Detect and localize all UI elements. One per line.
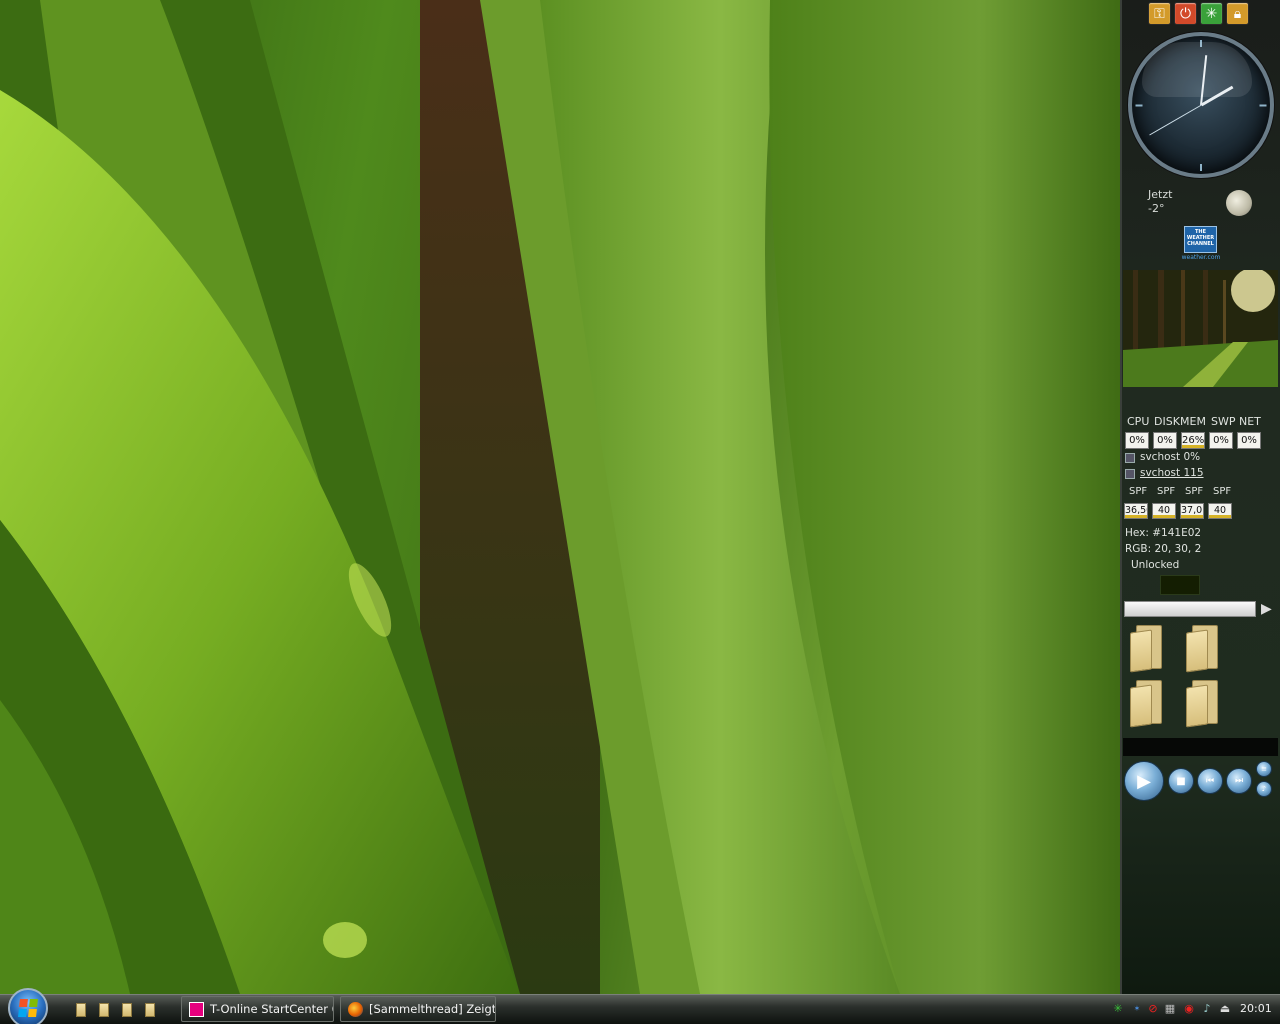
search-go-button[interactable]: ▶	[1261, 600, 1275, 618]
quicklaunch-folder-1[interactable]	[72, 1001, 90, 1019]
weather-label: Jetzt	[1148, 188, 1173, 201]
meter-header-disk: DISK	[1154, 415, 1180, 428]
analog-clock-gadget[interactable]	[1128, 32, 1274, 178]
meter-header-net: NET	[1239, 415, 1261, 428]
media-display	[1123, 738, 1278, 756]
key-button[interactable]: ⚿	[1148, 2, 1171, 25]
burst-icon: ✳	[1205, 5, 1218, 22]
tray-volume-icon[interactable]: ♪	[1200, 1001, 1214, 1015]
color-lock-status[interactable]: Unlocked	[1131, 559, 1179, 571]
folder-shortcut-4[interactable]	[1186, 680, 1220, 728]
tray-shield-icon[interactable]: ◉	[1182, 1001, 1196, 1015]
power-button[interactable]: ⏻	[1174, 2, 1197, 25]
folder-shortcut-2[interactable]	[1186, 625, 1220, 673]
spf-value-2: 40	[1152, 503, 1176, 519]
tray-language-icon[interactable]: ✶	[1130, 1001, 1144, 1015]
spf-value-3: 37,01	[1180, 503, 1204, 519]
search-input[interactable]	[1124, 601, 1256, 617]
quicklaunch-folder-4[interactable]	[141, 1001, 159, 1019]
taskbar-button-firefox[interactable]: [Sammelthread] Zeigt ...	[340, 996, 496, 1022]
quicklaunch-folder-3[interactable]	[118, 1001, 136, 1019]
taskbar-button-label: [Sammelthread] Zeigt ...	[369, 1002, 496, 1016]
spf-header-3: SPF	[1185, 486, 1204, 497]
spf-header-4: SPF	[1213, 486, 1232, 497]
weather-channel-url[interactable]: weather.com	[1178, 254, 1224, 261]
folder-icon	[122, 1003, 132, 1017]
volume-icon: ♪	[1261, 785, 1267, 793]
stop-icon: ■	[1176, 775, 1186, 787]
weather-channel-logo[interactable]: THE WEATHER CHANNEL	[1184, 226, 1217, 253]
taskbar-clock[interactable]: 20:01	[1240, 1002, 1272, 1015]
hour-hand	[1200, 85, 1233, 107]
spf-header-2: SPF	[1157, 486, 1176, 497]
tray-safely-remove-icon[interactable]: ⏏	[1218, 1001, 1232, 1015]
folder-shortcut-3[interactable]	[1130, 680, 1164, 728]
weather-temperature: -2°	[1148, 202, 1165, 215]
color-swatch	[1160, 575, 1200, 595]
burst-button[interactable]: ✳	[1200, 2, 1223, 25]
meter-value-mem: 26%	[1181, 432, 1205, 449]
meter-header-swp: SWP	[1211, 415, 1236, 428]
color-hex: Hex: #141E02	[1125, 527, 1202, 539]
play-button[interactable]: ▶	[1124, 761, 1164, 801]
moon-icon	[1226, 190, 1252, 216]
meter-value-swp: 0%	[1209, 432, 1233, 449]
spf-header-1: SPF	[1129, 486, 1148, 497]
firefox-icon	[348, 1002, 363, 1017]
next-icon: ⏭	[1234, 776, 1244, 786]
playlist-icon: ≡	[1261, 765, 1267, 773]
stop-button[interactable]: ■	[1168, 768, 1194, 794]
folder-icon	[76, 1003, 86, 1017]
meter-value-net: 0%	[1237, 432, 1261, 449]
top-process-disk[interactable]: svchost 115	[1140, 467, 1204, 479]
tray-antivirus-icon[interactable]: ⊘	[1146, 1001, 1160, 1015]
desktop-wallpaper	[0, 0, 1120, 994]
minute-hand	[1200, 55, 1208, 106]
folder-icon	[145, 1003, 155, 1017]
slideshow-gadget[interactable]	[1123, 270, 1278, 387]
arrow-right-icon: ▶	[1261, 601, 1272, 617]
taskbar-button-t-online[interactable]: T-Online StartCenter 6...	[181, 996, 334, 1022]
wallpaper-leaves	[0, 0, 1120, 994]
spf-value-1: 36,50	[1124, 503, 1148, 519]
volume-button[interactable]: ♪	[1256, 781, 1272, 797]
playlist-button[interactable]: ≡	[1256, 761, 1272, 777]
next-button[interactable]: ⏭	[1226, 768, 1252, 794]
disk-process-icon	[1125, 469, 1135, 479]
lock-button[interactable]: 🔒︎	[1226, 2, 1249, 25]
second-hand	[1148, 104, 1202, 136]
key-icon: ⚿	[1154, 5, 1165, 22]
quicklaunch-folder-2[interactable]	[95, 1001, 113, 1019]
spf-value-4: 40	[1208, 503, 1232, 519]
previous-icon: ⏮	[1205, 776, 1215, 786]
meter-value-cpu: 0%	[1125, 432, 1149, 449]
folder-icon	[99, 1003, 109, 1017]
previous-button[interactable]: ⏮	[1197, 768, 1223, 794]
windows-logo-icon	[18, 999, 38, 1017]
t-online-icon	[189, 1002, 204, 1017]
play-icon: ▶	[1137, 770, 1151, 792]
taskbar-button-label: T-Online StartCenter 6...	[210, 1002, 333, 1016]
color-rgb: RGB: 20, 30, 2	[1125, 543, 1202, 555]
top-process-cpu[interactable]: svchost 0%	[1140, 451, 1200, 463]
tray-network-icon[interactable]: ✳	[1111, 1001, 1125, 1015]
meter-value-disk: 0%	[1153, 432, 1177, 449]
tray-monitor-icon[interactable]: ▦	[1163, 1001, 1177, 1015]
cpu-process-icon	[1125, 453, 1135, 463]
power-icon: ⏻	[1179, 5, 1192, 22]
forest-photo	[1123, 270, 1278, 387]
meter-header-mem: MEM	[1180, 415, 1206, 428]
meter-header-cpu: CPU	[1127, 415, 1150, 428]
folder-shortcut-1[interactable]	[1130, 625, 1164, 673]
lock-icon: 🔒︎	[1233, 5, 1242, 22]
start-button[interactable]	[8, 988, 48, 1024]
